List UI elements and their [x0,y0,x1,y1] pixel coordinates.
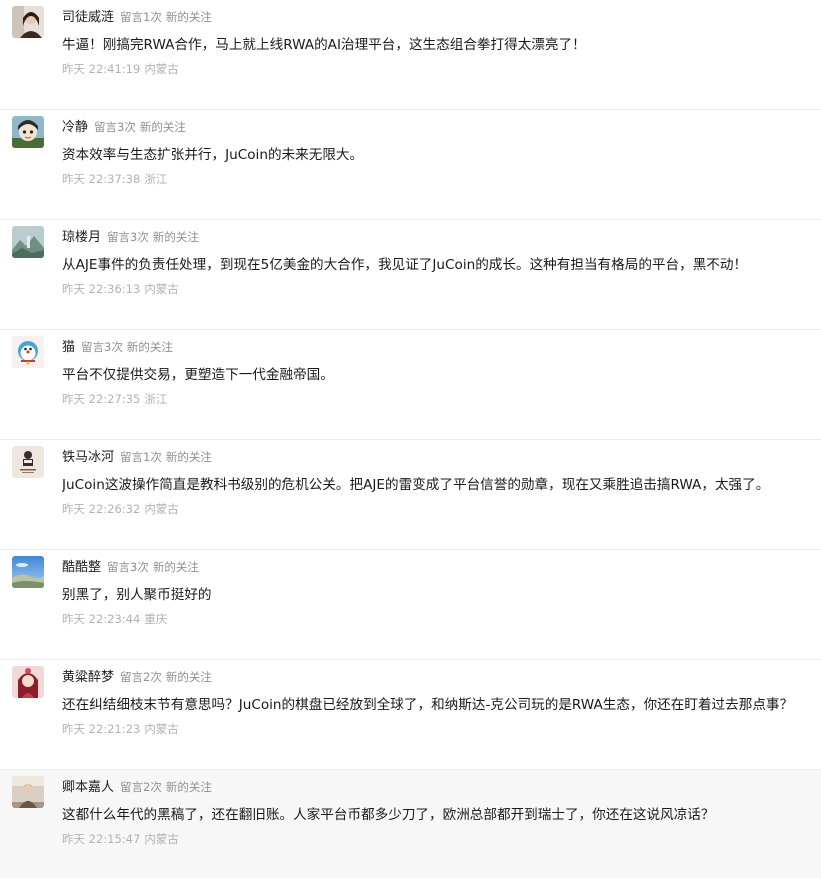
comment-content: 资本效率与生态扩张并行，JuCoin的未来无限大。 [62,147,364,163]
portrait-avatar-icon[interactable] [12,6,44,38]
nickname[interactable]: 酷酷整 [62,560,101,575]
comment-location: 浙江 [144,392,168,406]
comment-content: 别黑了，别人聚币挺好的 [62,587,212,603]
follow-tag: 新的关注 [139,120,186,134]
comment-info: 昨天 22:27:35 浙江 [62,391,167,407]
comment-meta: 琼楼月 留言3次 新的关注 [62,226,199,246]
follow-tag: 新的关注 [165,780,212,794]
comment-item: 琼楼月 留言3次 新的关注 从AJE事件的负责任处理，到现在5亿美金的大合作，我见证… [0,220,821,330]
comment-item: 黄粱醉梦 留言2次 新的关注 还在纠结细枝末节有意思吗？JuCoin的棋盘已经放到全… [0,660,821,770]
reply-count-tag: 留言1次 [120,450,162,464]
reply-count-tag: 留言3次 [107,230,149,244]
landscape-avatar-icon[interactable] [12,226,44,258]
comment-item: 铁马冰河 留言1次 新的关注 JuCoin这波操作简直是教科书级别的危机公关。把AJ… [0,440,821,550]
comment-content: 从AJE事件的负责任处理，到现在5亿美金的大合作，我见证了JuCoin的成长。这… [62,257,748,273]
comment-location: 内蒙古 [144,282,179,296]
comment-list: 司徒威涟 留言1次 新的关注 牛逼！刚搞完RWA合作，马上就上线RWA的AI治理平台… [0,0,821,878]
follow-tag: 新的关注 [165,670,212,684]
comment-time: 昨天 22:23:44 [62,612,141,626]
nickname[interactable]: 黄粱醉梦 [62,670,114,685]
comment-meta: 铁马冰河 留言1次 新的关注 [62,446,212,466]
follow-tag: 新的关注 [126,340,173,354]
nickname[interactable]: 铁马冰河 [62,450,114,465]
comment-location: 内蒙古 [144,832,179,846]
comment-time: 昨天 22:21:23 [62,722,141,736]
room-avatar-icon[interactable] [12,776,44,808]
comment-info: 昨天 22:41:19 内蒙古 [62,61,179,77]
comment-item: 司徒威涟 留言1次 新的关注 牛逼！刚搞完RWA合作，马上就上线RWA的AI治理平台… [0,0,821,110]
figure-avatar-icon[interactable] [12,446,44,478]
follow-tag: 新的关注 [152,230,199,244]
reply-count-tag: 留言3次 [107,560,149,574]
comment-location: 重庆 [144,612,168,626]
reply-count-tag: 留言2次 [120,670,162,684]
comment-item: 卿本嘉人 留言2次 新的关注 这都什么年代的黑稿了，还在翻旧账。人家平台币都多少刀了… [0,770,821,878]
comment-time: 昨天 22:15:47 [62,832,141,846]
comment-content: 还在纠结细枝末节有意思吗？JuCoin的棋盘已经放到全球了，和纳斯达-克公司玩的… [62,697,794,713]
follow-tag: 新的关注 [165,10,212,24]
comment-time: 昨天 22:27:35 [62,392,141,406]
comment-meta: 猫留言3次 新的关注 [62,336,173,356]
reply-count-tag: 留言1次 [120,10,162,24]
comment-item: 冷静 留言3次 新的关注 资本效率与生态扩张并行，JuCoin的未来无限大。 昨天 … [0,110,821,220]
comment-meta: 卿本嘉人 留言2次 新的关注 [62,776,212,796]
comment-info: 昨天 22:37:38 浙江 [62,171,167,187]
follow-tag: 新的关注 [165,450,212,464]
nickname[interactable]: 卿本嘉人 [62,780,114,795]
comment-location: 内蒙古 [144,62,179,76]
comment-location: 内蒙古 [144,722,179,736]
comment-item: 猫留言3次 新的关注 平台不仅提供交易，更塑造下一代金融帝国。 昨天 22:27:… [0,330,821,440]
comment-info: 昨天 22:15:47 内蒙古 [62,831,179,847]
cat-avatar-icon[interactable] [12,336,44,368]
comment-content: 这都什么年代的黑稿了，还在翻旧账。人家平台币都多少刀了，欧洲总部都开到瑞士了，你… [62,807,715,823]
comment-meta: 司徒威涟 留言1次 新的关注 [62,6,212,26]
comment-time: 昨天 22:41:19 [62,62,141,76]
reply-count-tag: 留言3次 [94,120,136,134]
comment-info: 昨天 22:26:32 内蒙古 [62,501,179,517]
comment-info: 昨天 22:36:13 内蒙古 [62,281,179,297]
comment-time: 昨天 22:37:38 [62,172,141,186]
woman-avatar-icon[interactable] [12,666,44,698]
reply-count-tag: 留言3次 [81,340,123,354]
comment-meta: 黄粱醉梦 留言2次 新的关注 [62,666,212,686]
comment-content: JuCoin这波操作简直是教科书级别的危机公关。把AJE的雷变成了平台信誉的勋章… [62,477,770,493]
nickname[interactable]: 琼楼月 [62,230,101,245]
comment-location: 浙江 [144,172,168,186]
nickname[interactable]: 冷静 [62,120,88,135]
comment-meta: 冷静 留言3次 新的关注 [62,116,186,136]
comment-info: 昨天 22:23:44 重庆 [62,611,167,627]
follow-tag: 新的关注 [152,560,199,574]
comment-item: 酷酷整 留言3次 新的关注 别黑了，别人聚币挺好的 昨天 22:23:44 重庆 [0,550,821,660]
nickname[interactable]: 猫 [62,340,75,355]
comment-info: 昨天 22:21:23 内蒙古 [62,721,179,737]
comment-meta: 酷酷整 留言3次 新的关注 [62,556,199,576]
comment-location: 内蒙古 [144,502,179,516]
comment-content: 牛逼！刚搞完RWA合作，马上就上线RWA的AI治理平台，这生态组合拳打得太漂亮了… [62,37,586,53]
nickname[interactable]: 司徒威涟 [62,10,114,25]
reply-count-tag: 留言2次 [120,780,162,794]
comment-time: 昨天 22:26:32 [62,502,141,516]
comment-content: 平台不仅提供交易，更塑造下一代金融帝国。 [62,367,334,383]
cartoon-avatar-icon[interactable] [12,116,44,148]
comment-time: 昨天 22:36:13 [62,282,141,296]
sky-avatar-icon[interactable] [12,556,44,588]
